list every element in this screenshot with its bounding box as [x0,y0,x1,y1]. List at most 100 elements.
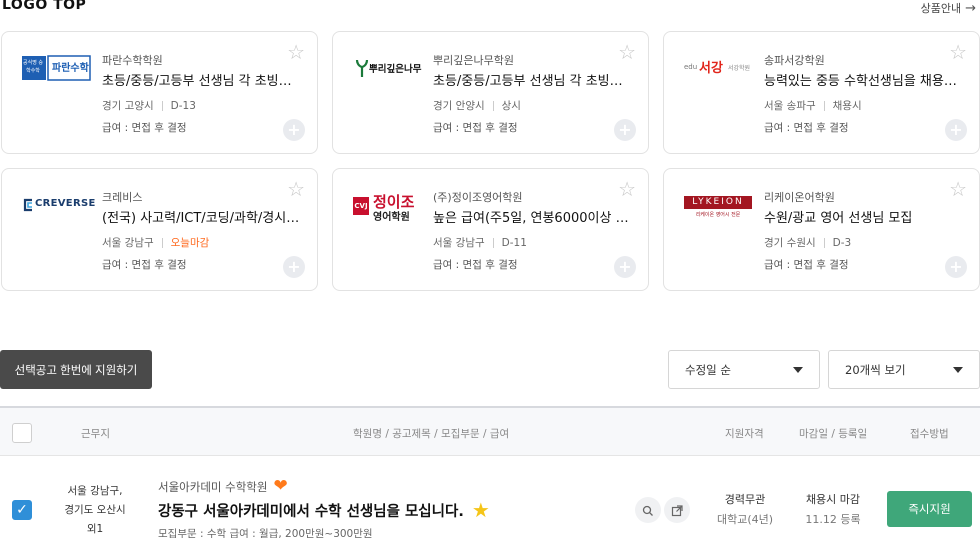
card-meta: 경기 수원시 D-3 [764,235,851,250]
academy-logo: edu 서강 서강학원 [682,52,754,84]
divider [161,237,163,248]
deadline-text: 채용시 마감 [805,493,861,506]
row-location: 서울 강남구, 경기도 오산시 외1 [58,482,132,538]
page-size-select-value: 20개씩 보기 [845,362,906,377]
logo-sub: 리케이온 영어시 전문 [695,212,741,218]
star-outline-icon[interactable]: ☆ [949,179,967,199]
arrow-right-icon: → [965,0,976,16]
academy-name: 뿌리깊은나무학원 [433,54,514,67]
job-card[interactable]: CVJ 정이조 영어학원 (주)정이조영어학원 높은 급여(주5일, 연봉600… [332,168,649,291]
education: 대학교(4년) [716,513,774,526]
logo-text: 뿌리깊은나무 [369,64,422,75]
apply-now-button[interactable]: 즉시지원 [887,491,972,527]
column-deadline: 마감일 / 등록일 [799,428,868,440]
academy-name: 크레비스 [102,191,143,204]
star-outline-icon[interactable]: ☆ [618,179,636,199]
job-card[interactable]: CREVERSE 크레비스 (전국) 사고력/ICT/코딩/과학/경시/특.. … [1,168,318,291]
apply-selected-button[interactable]: 선택공고 한번에 지원하기 [0,350,152,389]
location: 서울 강남구 [102,237,154,249]
registered-date: 11.12 등록 [805,513,861,526]
divider [161,100,163,111]
row-academy: 서울아카데미 수학학원 ❤ [158,478,288,495]
row-title[interactable]: 강동구 서울아카데미에서 수학 선생님을 모십니다. ★ [158,498,490,522]
job-title[interactable]: (전국) 사고력/ICT/코딩/과학/경시/특.. [102,207,302,226]
location-line: 경기도 오산시 [64,504,126,516]
plus-icon[interactable]: + [945,256,967,278]
job-card[interactable]: 뿌리깊은나무 뿌리깊은나무학원 초등/중등/고등부 선생님 각 초빙합니.. 경… [332,31,649,154]
star-outline-icon[interactable]: ☆ [287,42,305,62]
location: 서울 강남구 [433,237,485,249]
salary: 급여 : 면접 후 결정 [433,122,518,134]
divider [492,100,494,111]
table-header: 근무지 학원명 / 공고제목 / 모집부문 / 급여 지원자격 마감일 / 등록… [0,406,980,456]
academy-name: 리케이온어학원 [764,191,835,204]
job-card[interactable]: 파란수학 공식명 승학수학 파란수학학원 초등/중등/고등부 선생님 각 초빙합… [1,31,318,154]
plus-icon[interactable]: + [614,256,636,278]
academy-name[interactable]: 서울아카데미 수학학원 [158,479,267,495]
location: 경기 고양시 [102,100,154,112]
divider [823,100,825,111]
card-meta: 서울 송파구 채용시 [764,98,862,113]
column-method: 접수방법 [910,428,949,440]
product-info-link[interactable]: 상품안내 → [921,0,976,16]
job-title[interactable]: 강동구 서울아카데미에서 수학 선생님을 모십니다. [158,500,464,521]
job-title[interactable]: 초등/중등/고등부 선생님 각 초빙합니.. [433,70,633,89]
deadline: 상시 [501,100,521,112]
location-line: 서울 강남구, [67,485,123,497]
card-meta: 서울 강남구 D-11 [433,235,527,250]
page-size-select[interactable]: 20개씩 보기 [828,350,980,389]
location: 경기 안양시 [433,100,485,112]
academy-logo: 뿌리깊은나무 [351,52,423,84]
column-info: 학원명 / 공고제목 / 모집부문 / 급여 [353,428,510,440]
divider [823,237,825,248]
star-outline-icon[interactable]: ☆ [949,42,967,62]
row-deadline: 채용시 마감 11.12 등록 [796,490,870,530]
academy-logo: 파란수학 공식명 승학수학 [20,52,92,84]
experience: 경력무관 [724,493,766,506]
academy-logo: CVJ 정이조 영어학원 [351,189,423,223]
column-qualification: 지원자격 [725,428,764,440]
salary: 급여 : 면접 후 결정 [764,122,849,134]
deadline: 채용시 [832,100,862,112]
card-meta: 경기 안양시 상시 [433,98,521,113]
job-title[interactable]: 수원/광교 영어 선생님 모집 [764,207,964,226]
star-filled-icon: ★ [471,498,490,522]
job-card[interactable]: edu 서강 서강학원 송파서강학원 능력있는 중등 수학선생님을 채용합니..… [663,31,980,154]
location: 서울 송파구 [764,100,816,112]
plus-icon[interactable]: + [283,256,305,278]
row-subinfo: 모집부문 : 수학 급여 : 월급, 200만원~300만원 [158,528,373,538]
academy-logo: CREVERSE [20,189,95,221]
salary: 급여 : 면접 후 결정 [764,259,849,271]
job-title[interactable]: 초등/중등/고등부 선생님 각 초빙합니.. [102,70,302,89]
search-icon[interactable] [635,497,661,523]
logo-text: LYKEION [684,196,752,209]
column-location: 근무지 [81,428,110,440]
deadline: D-13 [170,99,196,112]
logo-text: 서강 [699,61,723,76]
card-meta: 서울 강남구 오늘마감 [102,235,209,250]
select-all-checkbox[interactable] [12,423,32,443]
logo-text: 파란수학 [52,63,89,74]
plus-icon[interactable]: + [614,119,636,141]
salary: 급여 : 면접 후 결정 [102,259,187,271]
salary: 급여 : 면접 후 결정 [433,259,518,271]
academy-logo: LYKEION 리케이온 영어시 전문 [682,189,754,221]
job-title[interactable]: 높은 급여(주5일, 연봉6000이상 도전.. [433,207,633,226]
job-title[interactable]: 능력있는 중등 수학선생님을 채용합니.. [764,70,964,89]
location-line: 외1 [86,523,104,535]
star-outline-icon[interactable]: ☆ [287,179,305,199]
logo-sub: 공식명 승학수학 [23,60,43,74]
heart-icon[interactable]: ❤ [273,478,287,495]
caret-down-icon [793,367,803,373]
job-card[interactable]: LYKEION 리케이온 영어시 전문 리케이온어학원 수원/광교 영어 선생님… [663,168,980,291]
star-outline-icon[interactable]: ☆ [618,42,636,62]
plus-icon[interactable]: + [945,119,967,141]
academy-name: 송파서강학원 [764,54,825,67]
plus-icon[interactable]: + [283,119,305,141]
external-link-icon[interactable] [664,497,690,523]
logo-text: CREVERSE [35,198,96,209]
sort-select[interactable]: 수정일 순 [668,350,820,389]
salary: 급여 : 면접 후 결정 [102,122,187,134]
academy-name: 파란수학학원 [102,54,163,67]
row-checkbox[interactable]: ✓ [12,500,32,520]
